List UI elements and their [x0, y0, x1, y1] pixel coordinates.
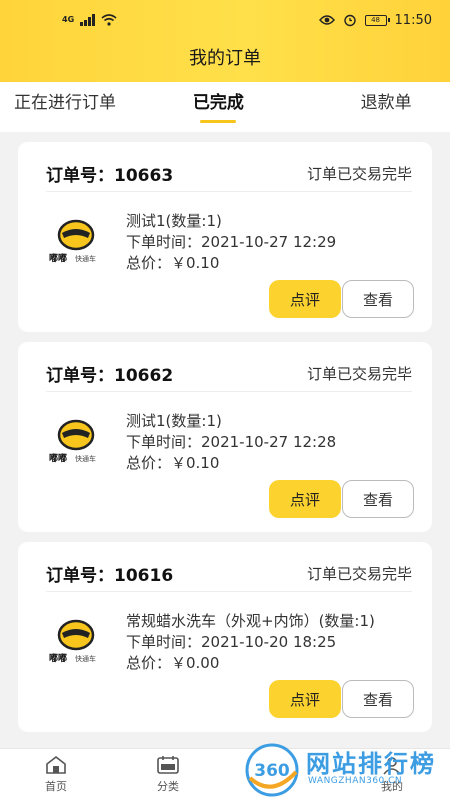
review-button[interactable]: 点评 — [269, 280, 341, 318]
tab-refund[interactable]: 退款单 — [282, 82, 450, 132]
nav-category[interactable]: 分类 — [112, 749, 224, 800]
battery-icon: 48 — [364, 14, 390, 26]
order-total: 总价：￥0.10 — [126, 254, 220, 272]
wifi-icon — [101, 14, 117, 26]
item-name: 常规蜡水洗车（外观+内饰）(数量:1) — [126, 612, 375, 630]
watermark-subtitle: WANGZHAN360.CN — [308, 776, 403, 786]
order-total: 总价：￥0.10 — [126, 454, 220, 472]
review-button[interactable]: 点评 — [269, 480, 341, 518]
svg-text:快通车: 快通车 — [75, 654, 96, 663]
item-name: 测试1(数量:1) — [126, 412, 222, 430]
signal-icon — [80, 14, 96, 26]
order-number: 订单号：10662 — [46, 366, 174, 386]
alarm-icon — [343, 14, 356, 27]
brand-logo-icon: 嘟嘟 快通车 — [48, 219, 104, 264]
tab-completed[interactable]: 已完成 — [155, 82, 283, 132]
view-button[interactable]: 查看 — [342, 480, 414, 518]
view-button[interactable]: 查看 — [342, 280, 414, 318]
order-card: 订单号：10662 订单已交易完毕 嘟嘟 快通车 测试1(数量:1) 下单时间：… — [18, 342, 432, 532]
network-type: 4G — [62, 15, 75, 24]
review-button[interactable]: 点评 — [269, 680, 341, 718]
svg-text:嘟嘟: 嘟嘟 — [49, 452, 67, 464]
brand-logo-icon: 嘟嘟 快通车 — [48, 619, 104, 664]
order-total: 总价：￥0.00 — [126, 654, 220, 672]
tab-in-progress[interactable]: 正在进行订单 — [0, 82, 155, 132]
page-title: 我的订单 — [189, 48, 261, 69]
order-status: 订单已交易完毕 — [306, 365, 412, 383]
status-bar: 4G 48 11:50 — [0, 8, 450, 32]
svg-text:快通车: 快通车 — [75, 254, 96, 263]
clock-time: 11:50 — [394, 12, 432, 28]
order-card: 订单号：10663 订单已交易完毕 嘟嘟 快通车 测试1(数量:1) 下单时间：… — [18, 142, 432, 332]
order-number: 订单号：10616 — [46, 566, 174, 586]
order-status: 订单已交易完毕 — [306, 565, 412, 583]
order-time: 下单时间：2021-10-20 18:25 — [126, 633, 337, 651]
order-tabs: 正在进行订单 已完成 退款单 — [0, 82, 450, 132]
watermark-title: 网站排行榜 — [306, 750, 436, 778]
order-card: 订单号：10616 订单已交易完毕 嘟嘟 快通车 常规蜡水洗车（外观+内饰）(数… — [18, 542, 432, 732]
nav-home-label: 首页 — [45, 780, 67, 793]
order-time: 下单时间：2021-10-27 12:28 — [126, 433, 337, 451]
watermark-badge-text: 360 — [254, 761, 290, 781]
watermark-badge-icon: 360 — [245, 743, 299, 797]
nav-category-label: 分类 — [157, 780, 179, 793]
svg-text:快通车: 快通车 — [75, 454, 96, 463]
category-icon — [157, 756, 179, 774]
order-time: 下单时间：2021-10-27 12:29 — [126, 233, 337, 251]
eye-icon — [318, 15, 335, 25]
view-button[interactable]: 查看 — [342, 680, 414, 718]
order-status: 订单已交易完毕 — [306, 165, 412, 183]
svg-text:嘟嘟: 嘟嘟 — [49, 252, 67, 264]
header-bar: 4G 48 11:50 我的订单 — [0, 0, 450, 82]
svg-text:嘟嘟: 嘟嘟 — [49, 652, 67, 664]
brand-logo-icon: 嘟嘟 快通车 — [48, 419, 104, 464]
home-icon — [46, 755, 66, 774]
watermark: 360 网站排行榜 WANGZHAN360.CN — [242, 742, 450, 800]
nav-home[interactable]: 首页 — [0, 749, 112, 800]
order-number: 订单号：10663 — [46, 166, 174, 186]
item-name: 测试1(数量:1) — [126, 212, 222, 230]
